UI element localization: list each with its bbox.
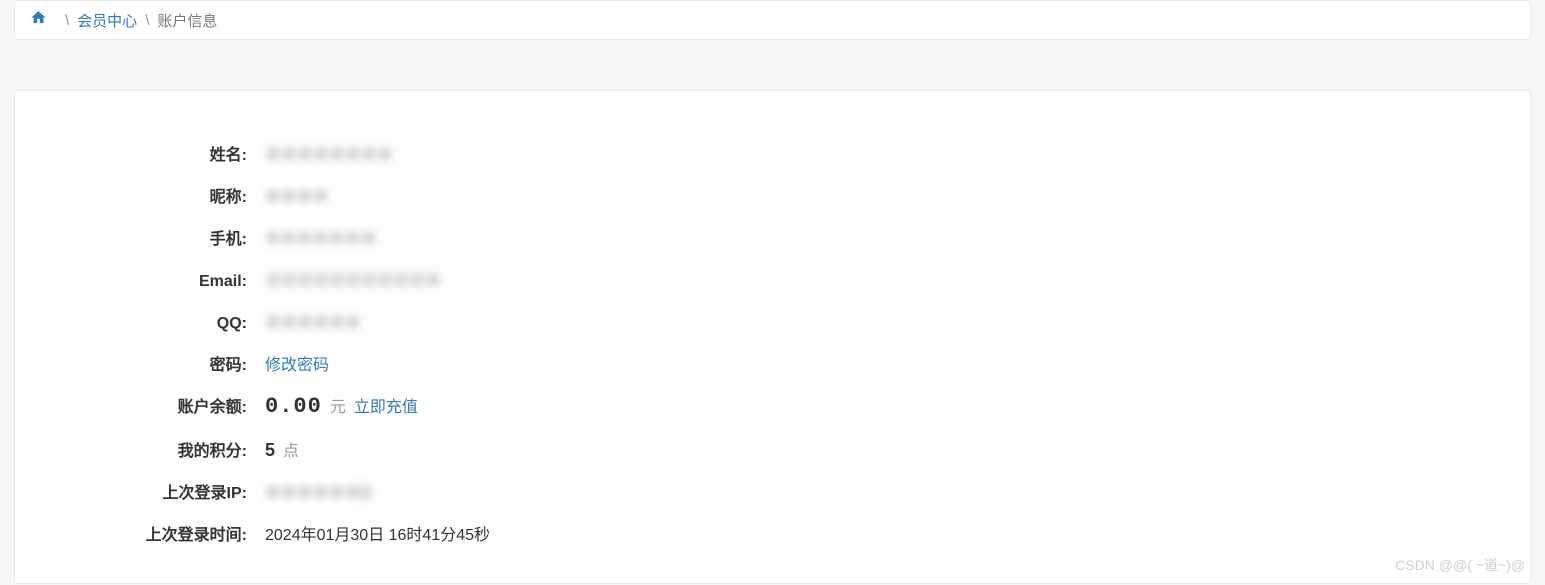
balance-unit: 元 bbox=[330, 393, 346, 417]
label-nick: 昵称: bbox=[55, 183, 265, 207]
row-name: 姓名: ＊＊＊＊＊＊＊＊ bbox=[55, 141, 1490, 165]
value-qq: ＊＊＊＊＊＊ bbox=[265, 309, 361, 333]
breadcrumb-separator: \ bbox=[65, 12, 69, 29]
points-unit: 点 bbox=[283, 437, 299, 461]
row-phone: 手机: ＊＊＊＊＊＊＊ bbox=[55, 225, 1490, 249]
account-info-panel: 姓名: ＊＊＊＊＊＊＊＊ 昵称: ＊＊＊＊ 手机: ＊＊＊＊＊＊＊ Email:… bbox=[14, 90, 1531, 584]
value-nick: ＊＊＊＊ bbox=[265, 183, 329, 207]
label-password: 密码: bbox=[55, 351, 265, 375]
label-last-time: 上次登录时间: bbox=[55, 521, 265, 545]
row-points: 我的积分: 5点 bbox=[55, 437, 1490, 461]
row-email: Email: ＊＊＊＊＊＊＊＊＊＊＊ bbox=[55, 267, 1490, 291]
breadcrumb: \ 会员中心 \ 账户信息 bbox=[14, 0, 1531, 40]
value-last-time: 2024年01月30日 16时41分45秒 bbox=[265, 521, 490, 545]
label-last-ip: 上次登录IP: bbox=[55, 479, 265, 503]
value-points: 5 bbox=[265, 440, 275, 461]
value-email: ＊＊＊＊＊＊＊＊＊＊＊ bbox=[265, 267, 441, 291]
label-name: 姓名: bbox=[55, 141, 265, 165]
row-qq: QQ: ＊＊＊＊＊＊ bbox=[55, 309, 1490, 333]
change-password-link[interactable]: 修改密码 bbox=[265, 351, 329, 375]
value-name: ＊＊＊＊＊＊＊＊ bbox=[265, 141, 393, 165]
breadcrumb-account-info: 账户信息 bbox=[157, 10, 217, 31]
label-balance: 账户余额: bbox=[55, 393, 265, 417]
row-last-time: 上次登录时间: 2024年01月30日 16时41分45秒 bbox=[55, 521, 1490, 545]
breadcrumb-separator: \ bbox=[145, 12, 149, 29]
label-phone: 手机: bbox=[55, 225, 265, 249]
value-phone: ＊＊＊＊＊＊＊ bbox=[265, 225, 377, 249]
row-balance: 账户余额: 0.00 元 立即充值 bbox=[55, 393, 1490, 419]
recharge-link[interactable]: 立即充值 bbox=[354, 393, 418, 417]
row-last-ip: 上次登录IP: ＊＊＊＊＊＊3 bbox=[55, 479, 1490, 503]
breadcrumb-member-center[interactable]: 会员中心 bbox=[77, 10, 137, 31]
value-last-ip: ＊＊＊＊＊＊3 bbox=[265, 479, 370, 503]
label-points: 我的积分: bbox=[55, 437, 265, 461]
watermark: CSDN @@( ~道~)@ bbox=[1395, 555, 1525, 575]
home-icon[interactable] bbox=[30, 9, 47, 31]
label-qq: QQ: bbox=[55, 315, 265, 333]
label-email: Email: bbox=[55, 273, 265, 291]
row-nick: 昵称: ＊＊＊＊ bbox=[55, 183, 1490, 207]
row-password: 密码: 修改密码 bbox=[55, 351, 1490, 375]
value-balance: 0.00 bbox=[265, 394, 322, 419]
